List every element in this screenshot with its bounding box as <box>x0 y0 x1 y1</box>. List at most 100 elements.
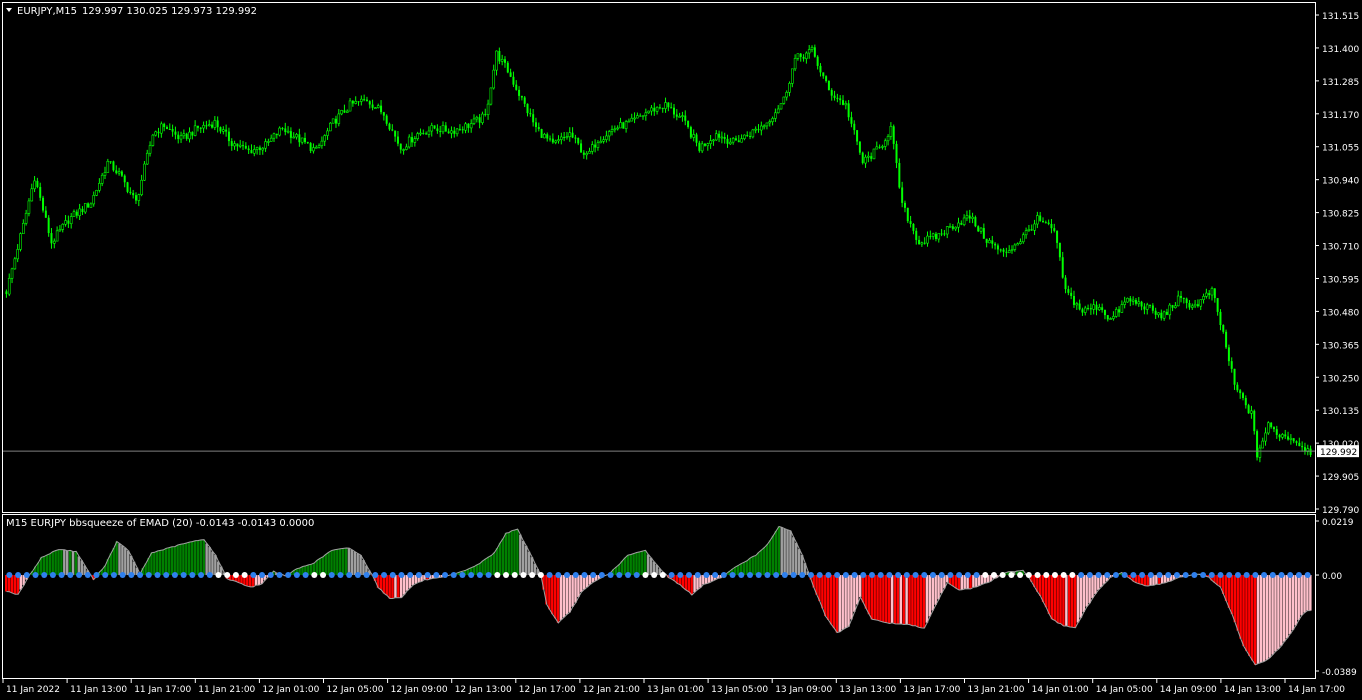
candle-body-bull <box>883 140 887 147</box>
histogram-bar <box>765 544 769 576</box>
candle-body-bull <box>630 117 634 122</box>
histogram-bar <box>118 543 121 576</box>
candle-body-bear <box>1208 293 1211 296</box>
candle-body-bull <box>700 143 704 152</box>
candle-body-bear <box>943 233 946 235</box>
candle-body-bear <box>478 117 481 123</box>
squeeze-dot <box>860 572 867 579</box>
histogram-bar <box>771 535 775 576</box>
histogram-bar <box>391 575 394 599</box>
candle-body-bull <box>1176 295 1180 307</box>
candle-body-bull <box>1024 230 1028 236</box>
squeeze-dot <box>1252 572 1259 579</box>
candle-body-bull <box>92 195 96 205</box>
candle-body-bear <box>537 127 540 130</box>
histogram-bar <box>1224 575 1228 602</box>
candle <box>95 189 98 197</box>
squeeze-dot <box>555 572 562 579</box>
candle-body-bull <box>565 136 569 138</box>
candle-body-bear <box>1222 325 1225 332</box>
squeeze-dot <box>703 572 710 579</box>
histogram-bar <box>553 575 557 619</box>
candle-body-bull <box>348 100 352 112</box>
histogram-bar <box>867 575 871 615</box>
indicator-tick-label: 0.0219 <box>1322 518 1354 528</box>
histogram-bar <box>112 548 115 576</box>
candle-body-bear <box>574 137 577 139</box>
histogram-bar <box>911 575 914 626</box>
candle-body-bear <box>1213 288 1216 299</box>
candle-body-bear <box>551 138 554 143</box>
candle-body-bull <box>1162 311 1166 319</box>
histogram-bar <box>885 575 888 623</box>
candle <box>329 122 332 132</box>
candle <box>489 87 493 106</box>
histogram-bar <box>388 575 391 599</box>
candle-body-bull <box>720 136 724 139</box>
histogram-bar <box>1068 575 1071 627</box>
candle-body-bull <box>743 134 746 139</box>
candle-body-bear <box>1044 222 1047 224</box>
candle-body-bull <box>10 268 14 279</box>
candle <box>779 103 783 110</box>
candle-body-bull <box>1013 244 1017 250</box>
candle-body-bear <box>284 128 287 133</box>
histogram-bar <box>905 575 908 625</box>
candle-body-bear <box>396 136 399 144</box>
candle-body-bull <box>202 125 205 129</box>
candle-body-bear <box>1278 434 1281 438</box>
squeeze-dot <box>1278 572 1285 579</box>
candle <box>143 161 146 181</box>
histogram-bar <box>48 553 52 576</box>
candle-body-bull <box>472 118 476 124</box>
candle-body-bull <box>450 130 453 134</box>
histogram-bar <box>635 552 638 576</box>
squeeze-dot <box>180 572 187 579</box>
histogram-bar <box>1082 575 1086 612</box>
candle-body-bear <box>1067 289 1070 293</box>
candle-body-bear <box>1256 431 1259 458</box>
squeeze-dot <box>337 572 344 579</box>
histogram-bar <box>353 551 357 576</box>
candle-body-bear <box>230 141 233 146</box>
price-tick-label: 131.055 <box>1322 144 1359 154</box>
candle-body-bull <box>768 121 772 124</box>
candle-body-bear <box>461 129 464 131</box>
candle-body-bear <box>1041 220 1044 223</box>
squeeze-dot <box>590 572 597 579</box>
trading-chart[interactable]: EURJPY,M15 129.997 130.025 129.973 129.9… <box>0 0 1362 700</box>
current-price-label: 129.992 <box>1320 448 1357 458</box>
histogram-bar <box>931 575 934 611</box>
candle-body-bull <box>729 141 732 145</box>
histogram-bar <box>824 575 827 617</box>
histogram-bar <box>693 575 696 593</box>
squeeze-dot <box>1147 572 1154 579</box>
candle-body-bull <box>774 112 777 119</box>
candle-body-bull <box>664 102 667 109</box>
candle-body-bear <box>357 101 360 103</box>
squeeze-dot <box>503 572 510 579</box>
histogram-bar <box>1280 575 1283 646</box>
candle-body-bear <box>123 175 126 183</box>
squeeze-dot <box>1182 572 1189 579</box>
candle-body-bull <box>326 130 329 136</box>
histogram-bar <box>914 575 917 626</box>
candle-body-bear <box>1078 303 1081 310</box>
candle-body-bear <box>1134 300 1137 304</box>
histogram-bar <box>1265 575 1268 660</box>
candle <box>506 61 509 74</box>
candle-body-bull <box>920 242 924 245</box>
histogram-bar <box>199 539 203 576</box>
time-tick-label: 13 Jan 01:00 <box>647 685 704 695</box>
candle-body-bull <box>269 137 273 142</box>
candle-body-bear <box>1247 405 1250 414</box>
candle-body-bull <box>954 226 957 230</box>
candle-body-bear <box>529 113 532 115</box>
candle <box>331 118 335 124</box>
candle <box>42 195 45 213</box>
squeeze-dot <box>450 572 457 579</box>
squeeze-dot <box>694 572 701 579</box>
squeeze-dot <box>773 572 780 579</box>
histogram-bar <box>838 575 842 632</box>
histogram-bar <box>963 575 966 589</box>
